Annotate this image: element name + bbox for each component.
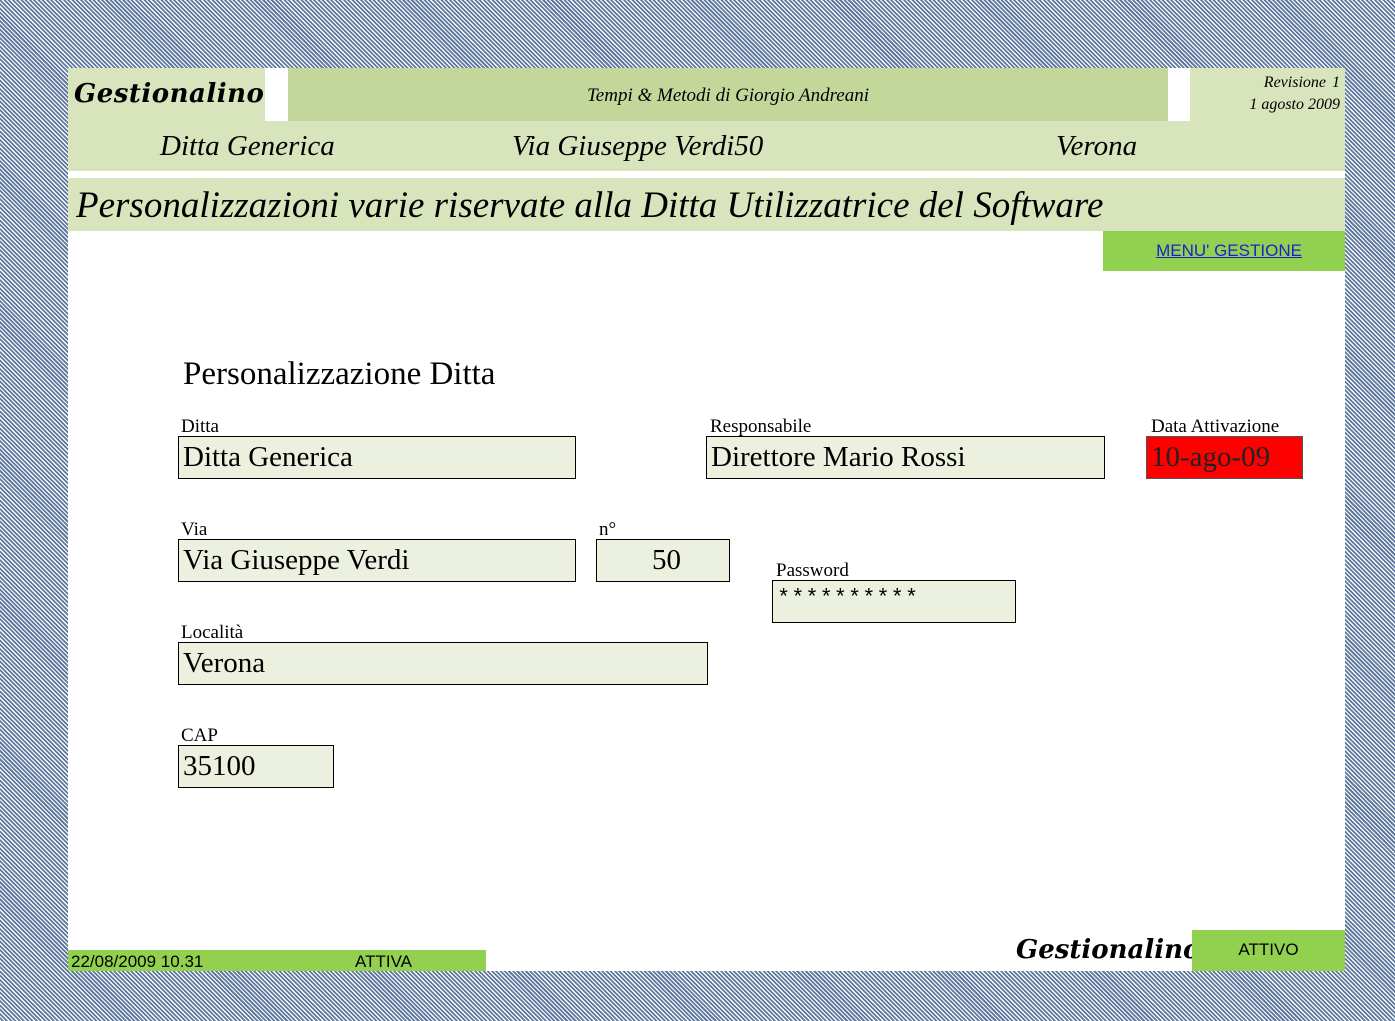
status-text: ATTIVA: [355, 952, 412, 971]
responsabile-label: Responsabile: [710, 416, 812, 437]
responsabile-field[interactable]: Direttore Mario Rossi: [706, 436, 1105, 479]
timestamp: 22/08/2009 10.31: [71, 952, 204, 971]
menu-gestione-link[interactable]: MENU' GESTIONE: [1103, 231, 1345, 271]
password-field[interactable]: **********: [772, 580, 1016, 623]
revision-date: 1 agosto 2009: [1249, 96, 1340, 113]
form-title: Personalizzazione Ditta: [183, 356, 496, 392]
localita-field[interactable]: Verona: [178, 642, 708, 685]
company-bar: Ditta Generica Via Giuseppe Verdi50 Vero…: [68, 121, 1345, 171]
cap-label: CAP: [181, 725, 218, 746]
header-divider: [265, 68, 288, 121]
company-name: Ditta Generica: [160, 130, 335, 162]
status-bar: 22/08/2009 10.31 ATTIVA: [68, 950, 486, 971]
header-divider: [1168, 68, 1190, 121]
numero-label: n°: [599, 519, 617, 540]
worksheet: Gestionalino Tempi & Metodi di Giorgio A…: [68, 68, 1345, 971]
company-city: Verona: [1056, 130, 1138, 162]
footer-brand-logo: Gestionalino: [1016, 935, 1201, 965]
via-field[interactable]: Via Giuseppe Verdi: [178, 539, 576, 582]
revision-number: 1: [1332, 74, 1340, 91]
brand-logo: Gestionalino: [68, 68, 265, 121]
data-attivazione-label: Data Attivazione: [1151, 416, 1280, 437]
via-label: Via: [181, 519, 208, 540]
cap-field[interactable]: 35100: [178, 745, 334, 788]
revision-box: Revisione 1 1 agosto 2009: [1190, 68, 1345, 121]
attivo-button[interactable]: ATTIVO: [1192, 930, 1345, 971]
author-credit: Tempi & Metodi di Giorgio Andreani: [586, 85, 869, 106]
data-attivazione-field[interactable]: 10-ago-09: [1146, 436, 1303, 479]
revision-label: Revisione: [1263, 74, 1326, 91]
company-address: Via Giuseppe Verdi50: [512, 130, 764, 162]
numero-field[interactable]: 50: [596, 539, 730, 582]
ditta-field[interactable]: Ditta Generica: [178, 436, 576, 479]
ditta-label: Ditta: [181, 416, 219, 437]
localita-label: Località: [181, 622, 244, 643]
password-label: Password: [776, 560, 849, 581]
page-title: Personalizzazioni varie riservate alla D…: [68, 178, 1345, 231]
